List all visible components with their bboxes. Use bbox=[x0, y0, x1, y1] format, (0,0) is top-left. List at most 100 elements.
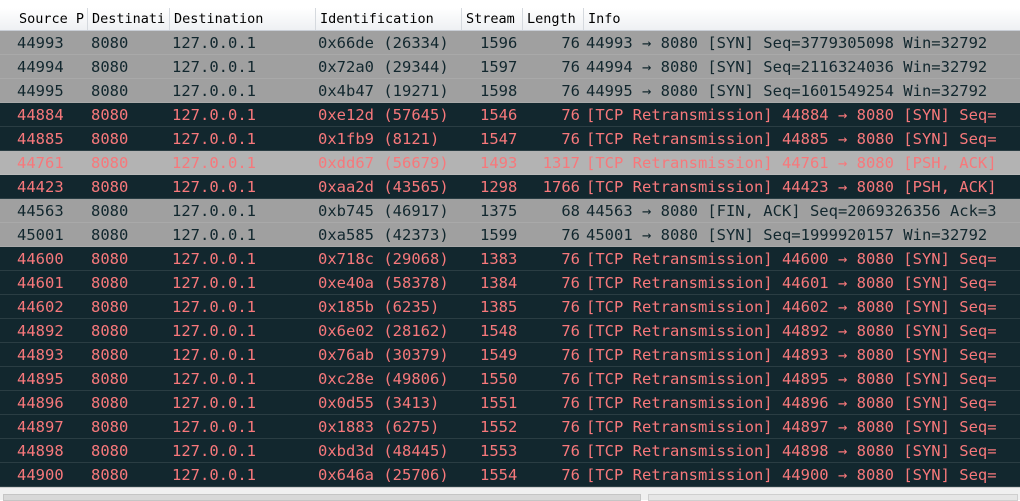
row-length: 76 bbox=[561, 466, 580, 484]
row-identification: 0xa585 (42373) bbox=[318, 226, 449, 244]
row-destination: 127.0.0.1 bbox=[172, 34, 256, 52]
row-destination: 127.0.0.1 bbox=[172, 298, 256, 316]
row-destination-port: 8080 bbox=[91, 346, 129, 364]
row-length: 76 bbox=[561, 226, 580, 244]
packet-row[interactable]: 44884 8080 127.0.0.1 0xe12d (57645) 1546 76 [T… bbox=[0, 103, 1020, 127]
column-header-info[interactable]: Info bbox=[584, 8, 1020, 30]
packet-row[interactable]: 44600 8080 127.0.0.1 0x718c (29068) 1383 76 [T… bbox=[0, 247, 1020, 271]
row-destination: 127.0.0.1 bbox=[172, 130, 256, 148]
horizontal-scrollbar-left[interactable] bbox=[3, 494, 641, 501]
bottom-scrollbar-area bbox=[0, 487, 1020, 501]
packet-row[interactable]: 44895 8080 127.0.0.1 0xc28e (49806) 1550 76 [T… bbox=[0, 367, 1020, 391]
row-info: [TCP Retransmission] 44601 → 8080 [SYN] … bbox=[586, 274, 997, 292]
row-info: [TCP Retransmission] 44893 → 8080 [SYN] … bbox=[586, 346, 997, 364]
packet-row[interactable]: 44897 8080 127.0.0.1 0x1883 (6275) 1552 76 [TC… bbox=[0, 415, 1020, 439]
packet-row[interactable]: 44993 8080 127.0.0.1 0x66de (26334) 1596 76 44… bbox=[0, 31, 1020, 55]
row-stream: 1553 bbox=[480, 442, 518, 460]
row-identification: 0x185b (6235) bbox=[318, 298, 440, 316]
row-length: 76 bbox=[561, 106, 580, 124]
row-identification: 0x72a0 (29344) bbox=[318, 58, 449, 76]
column-header-length[interactable]: Length bbox=[523, 8, 584, 30]
column-header-stream[interactable]: Stream bbox=[462, 8, 523, 30]
row-destination: 127.0.0.1 bbox=[172, 370, 256, 388]
row-source-port: 44601 bbox=[17, 274, 64, 292]
column-header-identification[interactable]: Identification bbox=[316, 8, 462, 30]
row-identification: 0x66de (26334) bbox=[318, 34, 449, 52]
packet-row[interactable]: 44761 8080 127.0.0.1 0xdd67 (56679) 1493 1317… bbox=[0, 151, 1020, 175]
packet-row[interactable]: 44423 8080 127.0.0.1 0xaa2d (43565) 1298 1766… bbox=[0, 175, 1020, 199]
row-length: 76 bbox=[561, 58, 580, 76]
row-stream: 1599 bbox=[480, 226, 518, 244]
row-length: 76 bbox=[561, 274, 580, 292]
row-info: [TCP Retransmission] 44884 → 8080 [SYN] … bbox=[586, 106, 997, 124]
row-identification: 0xc28e (49806) bbox=[318, 370, 449, 388]
packet-row[interactable]: 44602 8080 127.0.0.1 0x185b (6235) 1385 76 [TC… bbox=[0, 295, 1020, 319]
packet-row[interactable]: 44995 8080 127.0.0.1 0x4b47 (19271) 1598 76 44… bbox=[0, 79, 1020, 103]
packet-row[interactable]: 44563 8080 127.0.0.1 0xb745 (46917) 1375 68 44… bbox=[0, 199, 1020, 223]
row-identification: 0x6e02 (28162) bbox=[318, 322, 449, 340]
row-destination: 127.0.0.1 bbox=[172, 274, 256, 292]
row-source-port: 44994 bbox=[17, 58, 64, 76]
row-destination: 127.0.0.1 bbox=[172, 322, 256, 340]
packet-row[interactable]: 44896 8080 127.0.0.1 0x0d55 (3413) 1551 76 [TC… bbox=[0, 391, 1020, 415]
row-destination-port: 8080 bbox=[91, 202, 129, 220]
packet-row[interactable]: 44994 8080 127.0.0.1 0x72a0 (29344) 1597 76 44… bbox=[0, 55, 1020, 79]
row-destination-port: 8080 bbox=[91, 418, 129, 436]
row-source-port: 44600 bbox=[17, 250, 64, 268]
row-source-port: 44892 bbox=[17, 322, 64, 340]
row-destination: 127.0.0.1 bbox=[172, 466, 256, 484]
row-destination: 127.0.0.1 bbox=[172, 178, 256, 196]
packet-row[interactable]: 45001 8080 127.0.0.1 0xa585 (42373) 1599 76 45… bbox=[0, 223, 1020, 247]
row-source-port: 45001 bbox=[17, 226, 64, 244]
column-header-destination[interactable]: Destination bbox=[170, 8, 316, 30]
row-source-port: 44884 bbox=[17, 106, 64, 124]
row-length: 76 bbox=[561, 322, 580, 340]
horizontal-scrollbar-right[interactable] bbox=[648, 494, 1018, 501]
row-length: 76 bbox=[561, 130, 580, 148]
row-length: 76 bbox=[561, 346, 580, 364]
row-length: 76 bbox=[561, 370, 580, 388]
row-length: 76 bbox=[561, 442, 580, 460]
column-header-destination-port[interactable]: Destinati bbox=[88, 8, 170, 30]
row-length: 76 bbox=[561, 394, 580, 412]
row-destination-port: 8080 bbox=[91, 442, 129, 460]
row-stream: 1554 bbox=[480, 466, 518, 484]
row-identification: 0xdd67 (56679) bbox=[318, 154, 449, 172]
row-source-port: 44895 bbox=[17, 370, 64, 388]
row-source-port: 44897 bbox=[17, 418, 64, 436]
row-stream: 1298 bbox=[480, 178, 518, 196]
row-stream: 1384 bbox=[480, 274, 518, 292]
row-info: [TCP Retransmission] 44895 → 8080 [SYN] … bbox=[586, 370, 997, 388]
row-stream: 1597 bbox=[480, 58, 518, 76]
row-destination: 127.0.0.1 bbox=[172, 82, 256, 100]
packet-row[interactable]: 44892 8080 127.0.0.1 0x6e02 (28162) 1548 76 [T… bbox=[0, 319, 1020, 343]
packet-row[interactable]: 44900 8080 127.0.0.1 0x646a (25706) 1554 76 [T… bbox=[0, 463, 1020, 487]
row-identification: 0x1fb9 (8121) bbox=[318, 130, 440, 148]
packet-row[interactable]: 44898 8080 127.0.0.1 0xbd3d (48445) 1553 76 [T… bbox=[0, 439, 1020, 463]
row-destination-port: 8080 bbox=[91, 250, 129, 268]
row-destination: 127.0.0.1 bbox=[172, 106, 256, 124]
row-destination-port: 8080 bbox=[91, 226, 129, 244]
row-info: [TCP Retransmission] 44896 → 8080 [SYN] … bbox=[586, 394, 997, 412]
row-source-port: 44563 bbox=[17, 202, 64, 220]
packet-row[interactable]: 44885 8080 127.0.0.1 0x1fb9 (8121) 1547 76 [TC… bbox=[0, 127, 1020, 151]
row-stream: 1385 bbox=[480, 298, 518, 316]
column-header-source-port[interactable]: Source P bbox=[15, 8, 88, 30]
row-source-port: 44761 bbox=[17, 154, 64, 172]
row-destination-port: 8080 bbox=[91, 370, 129, 388]
row-destination-port: 8080 bbox=[91, 154, 129, 172]
row-info: [TCP Retransmission] 44600 → 8080 [SYN] … bbox=[586, 250, 997, 268]
row-destination-port: 8080 bbox=[91, 274, 129, 292]
row-identification: 0xb745 (46917) bbox=[318, 202, 449, 220]
packet-list: 44993 8080 127.0.0.1 0x66de (26334) 1596 76 44… bbox=[0, 31, 1020, 487]
row-destination-port: 8080 bbox=[91, 34, 129, 52]
packet-row[interactable]: 44893 8080 127.0.0.1 0x76ab (30379) 1549 76 [T… bbox=[0, 343, 1020, 367]
packet-row[interactable]: 44601 8080 127.0.0.1 0xe40a (58378) 1384 76 [T… bbox=[0, 271, 1020, 295]
row-info: 44995 → 8080 [SYN] Seq=1601549254 Win=32… bbox=[586, 82, 988, 100]
row-identification: 0xaa2d (43565) bbox=[318, 178, 449, 196]
row-source-port: 44993 bbox=[17, 34, 64, 52]
row-info: [TCP Retransmission] 44885 → 8080 [SYN] … bbox=[586, 130, 997, 148]
row-destination-port: 8080 bbox=[91, 322, 129, 340]
row-stream: 1493 bbox=[480, 154, 518, 172]
row-stream: 1596 bbox=[480, 34, 518, 52]
